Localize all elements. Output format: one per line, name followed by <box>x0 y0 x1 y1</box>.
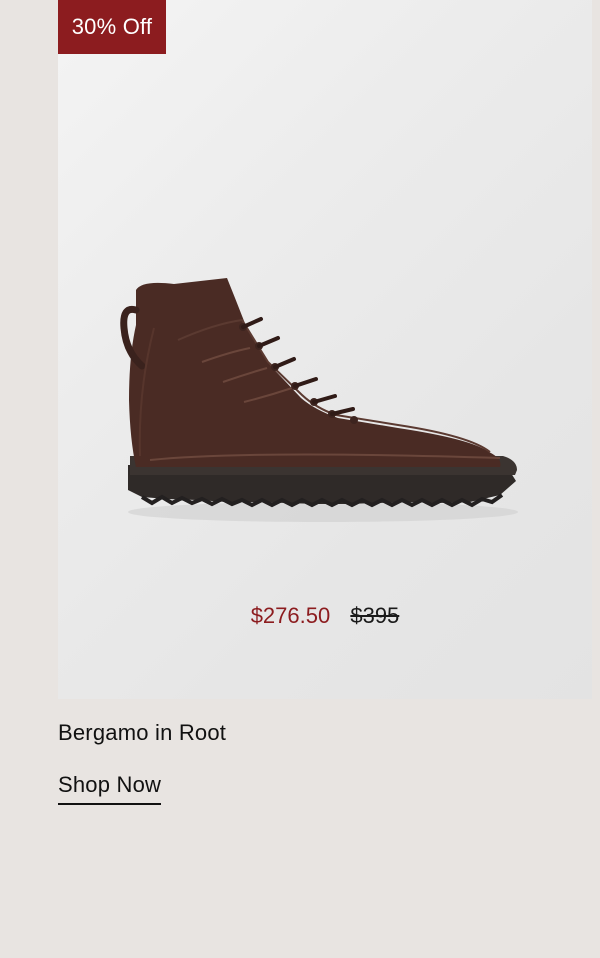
shop-now-link[interactable]: Shop Now <box>58 772 162 805</box>
price-row: $276.50 $395 <box>58 603 592 629</box>
original-price: $395 <box>350 603 400 628</box>
product-image-panel[interactable]: 30% Off $276.50 $395 <box>58 0 592 699</box>
product-title[interactable]: Bergamo in Root <box>58 720 226 746</box>
product-card[interactable]: 30% Off $276.50 $395 Bergamo in Root Sho… <box>0 0 600 958</box>
boot-image[interactable] <box>118 270 528 530</box>
sale-price: $276.50 <box>250 603 331 628</box>
discount-badge: 30% Off <box>58 0 166 54</box>
